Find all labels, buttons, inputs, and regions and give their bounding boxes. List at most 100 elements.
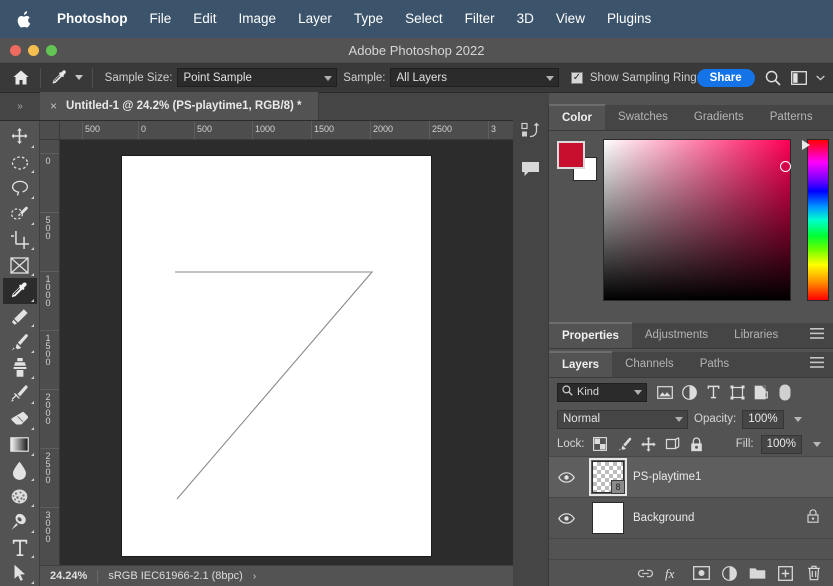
hue-slider[interactable] bbox=[807, 139, 829, 301]
foreground-color-swatch[interactable] bbox=[557, 141, 585, 169]
panel-menu-icon[interactable] bbox=[826, 104, 833, 130]
layer-thumbnail[interactable]: 8 bbox=[583, 458, 633, 496]
menu-item-3d[interactable]: 3D bbox=[506, 0, 545, 38]
lasso-tool[interactable] bbox=[3, 175, 37, 201]
layer-visibility-toggle[interactable] bbox=[549, 512, 583, 524]
search-icon[interactable] bbox=[761, 66, 787, 90]
path-selection-tool[interactable] bbox=[3, 560, 37, 586]
tab-gradients[interactable]: Gradients bbox=[681, 104, 757, 130]
ruler-corner[interactable] bbox=[40, 121, 60, 140]
eraser-tool[interactable] bbox=[3, 406, 37, 432]
filter-pixel-icon[interactable] bbox=[653, 381, 677, 403]
crop-tool[interactable] bbox=[3, 227, 37, 253]
panel-menu-icon[interactable] bbox=[801, 322, 833, 348]
menu-item-file[interactable]: File bbox=[139, 0, 183, 38]
close-icon[interactable]: × bbox=[50, 99, 57, 113]
sample-size-select[interactable]: Point Sample bbox=[177, 68, 338, 87]
tool-preset-chevron-down-icon[interactable] bbox=[72, 66, 86, 90]
saturation-value-field[interactable] bbox=[603, 139, 791, 301]
tab-channels[interactable]: Channels bbox=[612, 351, 687, 377]
lock-transparent-pixels-icon[interactable] bbox=[592, 436, 609, 453]
tab-paths[interactable]: Paths bbox=[687, 351, 742, 377]
dodge-tool[interactable] bbox=[3, 483, 37, 509]
layer-styles-fx-icon[interactable]: fx bbox=[660, 561, 687, 585]
opacity-chevron-down-icon[interactable] bbox=[790, 410, 806, 429]
lock-artboard-nesting-icon[interactable] bbox=[664, 436, 681, 453]
filter-toggle-icon[interactable] bbox=[773, 381, 797, 403]
apple-logo-icon[interactable] bbox=[14, 9, 32, 29]
workspace-chevron-down-icon[interactable] bbox=[812, 66, 829, 90]
pen-tool[interactable] bbox=[3, 509, 37, 535]
add-layer-mask-icon[interactable] bbox=[688, 561, 715, 585]
new-adjustment-layer-icon[interactable] bbox=[716, 561, 743, 585]
history-brush-tool[interactable] bbox=[3, 381, 37, 407]
status-expand-icon[interactable]: › bbox=[253, 571, 256, 582]
clone-stamp-tool[interactable] bbox=[3, 355, 37, 381]
new-group-icon[interactable] bbox=[744, 561, 771, 585]
opacity-value[interactable]: 100% bbox=[742, 409, 784, 429]
zoom-level[interactable]: 24.24% bbox=[40, 570, 97, 582]
layer-filter-kind-select[interactable]: Kind bbox=[557, 382, 647, 402]
canvas-scroll-area[interactable] bbox=[60, 140, 513, 565]
libraries-icon[interactable] bbox=[516, 117, 546, 145]
horizontal-ruler[interactable]: 500 0 500 1000 1500 2000 2500 3 bbox=[60, 121, 513, 140]
share-button[interactable]: Share bbox=[696, 68, 755, 87]
artboard[interactable] bbox=[122, 156, 431, 556]
menu-item-type[interactable]: Type bbox=[343, 0, 394, 38]
type-tool[interactable] bbox=[3, 535, 37, 561]
table-row[interactable]: 8 PS-playtime1 bbox=[549, 457, 833, 498]
menu-item-edit[interactable]: Edit bbox=[182, 0, 227, 38]
tab-swatches[interactable]: Swatches bbox=[605, 104, 681, 130]
filter-smart-object-icon[interactable] bbox=[749, 381, 773, 403]
color-field-cursor[interactable] bbox=[780, 161, 791, 172]
menu-item-image[interactable]: Image bbox=[228, 0, 288, 38]
delete-layer-icon[interactable] bbox=[800, 561, 827, 585]
rectangular-marquee-tool[interactable] bbox=[3, 150, 37, 176]
home-icon[interactable] bbox=[8, 66, 34, 90]
eyedropper-icon[interactable] bbox=[47, 66, 73, 90]
menu-item-layer[interactable]: Layer bbox=[287, 0, 343, 38]
blur-tool[interactable] bbox=[3, 458, 37, 484]
blend-mode-select[interactable]: Normal bbox=[557, 409, 688, 429]
menu-item-view[interactable]: View bbox=[545, 0, 596, 38]
tab-layers[interactable]: Layers bbox=[549, 351, 613, 377]
fill-value[interactable]: 100% bbox=[760, 434, 802, 454]
eyedropper-tool[interactable] bbox=[2, 278, 37, 304]
layer-thumbnail[interactable] bbox=[583, 502, 633, 534]
workspace-icon[interactable] bbox=[786, 66, 812, 90]
layer-visibility-toggle[interactable] bbox=[549, 471, 583, 483]
new-layer-icon[interactable] bbox=[772, 561, 799, 585]
document-tab[interactable]: × Untitled-1 @ 24.2% (PS-playtime1, RGB/… bbox=[40, 92, 319, 120]
lock-all-icon[interactable] bbox=[688, 436, 705, 453]
filter-type-icon[interactable] bbox=[701, 381, 725, 403]
hue-slider-pointer[interactable] bbox=[802, 140, 810, 150]
object-selection-tool[interactable] bbox=[3, 201, 37, 227]
tab-adjustments[interactable]: Adjustments bbox=[632, 322, 721, 348]
lock-image-pixels-icon[interactable] bbox=[616, 436, 633, 453]
gradient-tool[interactable] bbox=[3, 432, 37, 458]
comments-icon[interactable] bbox=[516, 155, 546, 183]
brush-tool[interactable] bbox=[3, 329, 37, 355]
show-sampling-ring-checkbox[interactable]: ✓ bbox=[570, 71, 583, 84]
filter-shape-icon[interactable] bbox=[725, 381, 749, 403]
fill-chevron-down-icon[interactable] bbox=[809, 435, 825, 454]
tab-color[interactable]: Color bbox=[549, 104, 606, 130]
sample-select[interactable]: All Layers bbox=[390, 68, 559, 87]
filter-adjustment-icon[interactable] bbox=[677, 381, 701, 403]
menu-item-select[interactable]: Select bbox=[394, 0, 454, 38]
move-tool[interactable] bbox=[3, 124, 37, 150]
layer-name[interactable]: Background bbox=[633, 512, 807, 524]
table-row[interactable]: Background bbox=[549, 498, 833, 539]
menu-item-plugins[interactable]: Plugins bbox=[596, 0, 662, 38]
expand-panels-icon[interactable]: » bbox=[0, 93, 40, 121]
tab-properties[interactable]: Properties bbox=[549, 322, 632, 348]
menu-item-photoshop[interactable]: Photoshop bbox=[46, 0, 139, 38]
tab-patterns[interactable]: Patterns bbox=[757, 104, 826, 130]
link-layers-icon[interactable] bbox=[632, 561, 659, 585]
lock-position-icon[interactable] bbox=[640, 436, 657, 453]
tab-libraries[interactable]: Libraries bbox=[721, 322, 791, 348]
layer-name[interactable]: PS-playtime1 bbox=[633, 471, 833, 483]
vertical-ruler[interactable]: 0 500 1000 1500 2000 2500 3000 bbox=[40, 140, 60, 565]
panel-menu-icon[interactable] bbox=[801, 351, 833, 377]
menu-item-filter[interactable]: Filter bbox=[454, 0, 506, 38]
